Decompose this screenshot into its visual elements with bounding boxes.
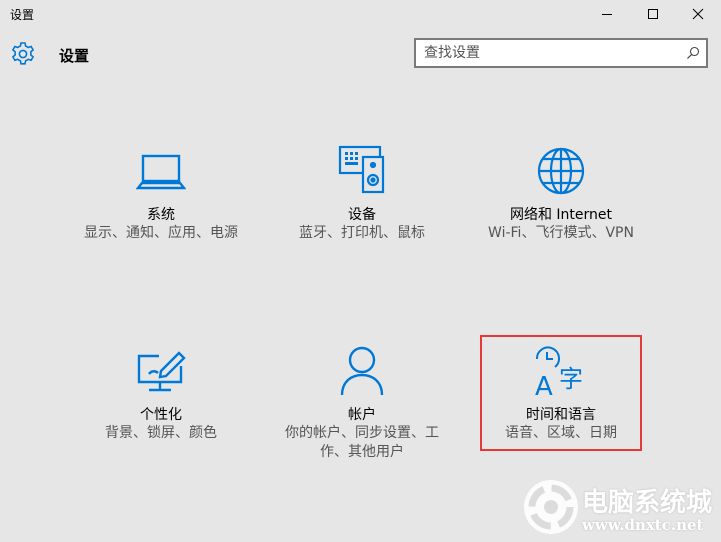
tile-system[interactable]: 系统 显示、通知、应用、电源 — [71, 145, 251, 265]
search-icon[interactable] — [686, 46, 700, 60]
search-box[interactable] — [414, 38, 708, 68]
title-bar: 设置 — [0, 0, 721, 30]
tile-title: 个性化 — [140, 407, 182, 423]
personalization-icon — [137, 351, 186, 392]
globe-icon — [537, 147, 585, 195]
tile-description: Wi-Fi、飞行模式、VPN — [488, 225, 634, 241]
tile-personalization[interactable]: 个性化 背景、锁屏、颜色 — [71, 345, 251, 465]
watermark-logo-icon — [524, 480, 578, 534]
tile-description: 蓝牙、打印机、鼠标 — [299, 225, 425, 241]
tile-title: 网络和 Internet — [509, 207, 613, 223]
highlight-box — [480, 335, 642, 451]
watermark-url: www.dnxtc.net — [582, 516, 704, 534]
maximize-button[interactable] — [630, 0, 676, 28]
tile-title: 帐户 — [348, 407, 376, 423]
close-button[interactable] — [675, 0, 721, 28]
search-input[interactable] — [424, 44, 674, 62]
tile-description: 你的帐户、同步设置、工作、其他用户 — [285, 425, 439, 460]
tile-description: 背景、锁屏、颜色 — [105, 425, 217, 441]
devices-icon — [338, 145, 385, 194]
person-icon — [340, 346, 384, 396]
tile-title: 设备 — [348, 207, 376, 223]
window-title: 设置 — [10, 8, 35, 22]
tile-accounts[interactable]: 帐户 你的帐户、同步设置、工作、其他用户 — [272, 345, 452, 465]
laptop-icon — [136, 154, 186, 190]
watermark-text: 电脑系统城 — [582, 488, 713, 518]
close-icon — [692, 8, 704, 20]
minimize-button[interactable] — [584, 0, 630, 28]
tile-network[interactable]: 网络和 Internet Wi-Fi、飞行模式、VPN — [471, 145, 651, 265]
watermark: 电脑系统城 www.dnxtc.net — [516, 472, 721, 542]
tile-description: 显示、通知、应用、电源 — [84, 225, 238, 241]
maximize-icon — [648, 9, 658, 19]
tile-title: 系统 — [147, 207, 175, 223]
tile-devices[interactable]: 设备 蓝牙、打印机、鼠标 — [272, 145, 452, 265]
gear-icon — [11, 42, 35, 65]
minimize-icon — [602, 14, 612, 15]
page-title: 设置 — [59, 47, 90, 65]
